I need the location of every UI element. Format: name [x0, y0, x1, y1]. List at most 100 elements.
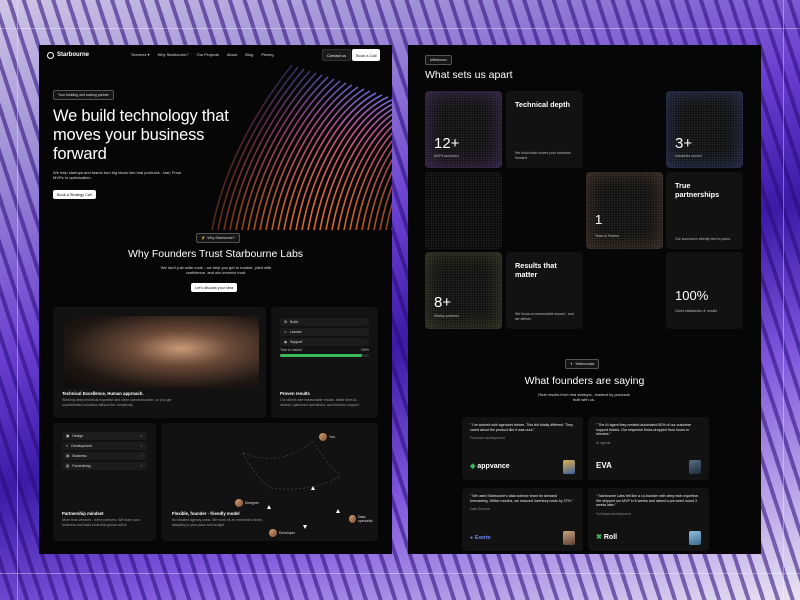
testimonial-quote: " I've worked with agencies before. This… [470, 423, 574, 432]
background-line [17, 0, 18, 600]
flexible-title: Flexible, founder - friendly model [172, 511, 240, 516]
nav-links: Services ▾ Why Starbourne? Our Projects … [131, 52, 274, 57]
gear-icon: ⚙ [284, 320, 288, 324]
briefcase-icon: ▤ [66, 454, 70, 458]
progress-fill [280, 354, 362, 357]
contact-button[interactable]: Contact us [322, 49, 352, 61]
empty-cell [425, 172, 502, 249]
testimonial-role: Full stack development [470, 436, 505, 441]
support-icon: ◉ [284, 340, 288, 344]
testimonial-role: Full stack development [596, 511, 631, 516]
nav-link-services[interactable]: Services ▾ [131, 52, 149, 57]
partner-row-label: Design [72, 434, 84, 438]
why-badge-label: Why Starbourne? [207, 236, 235, 240]
brand-name: Starbourne [57, 52, 90, 58]
hands-image [64, 316, 259, 388]
arrow-icon [311, 486, 315, 490]
proven-item-support: ◉ Support [280, 338, 369, 346]
progress-track [280, 354, 369, 357]
hero-badge: Your building and scaling partner [53, 90, 114, 100]
exerto-icon: ● [470, 535, 474, 541]
testimonial-card: " We used Starbourne's data science team… [462, 488, 583, 551]
apart-title: What sets us apart [425, 69, 513, 81]
testimonials-badge-label: Testimonials [574, 362, 595, 366]
partner-row-label: Fundraising [72, 464, 91, 468]
partnership-card: ▣ Design ✓ ‹› Development ✓ ▤ Business ✓ ▥ Fund… [53, 423, 156, 541]
nav-link-about[interactable]: About [227, 52, 237, 57]
nav-link-why[interactable]: Why Starbourne? [157, 52, 188, 57]
node-data-specialist: Data specialist [349, 515, 378, 523]
node-developer: Developer [269, 529, 295, 537]
hero-title: We build technology that moves your busi… [53, 107, 229, 163]
partner-row-label: Development [71, 444, 92, 448]
background-line [783, 0, 784, 600]
stat-value: 100% [675, 288, 709, 303]
stat-satisfaction: 100% Client satisfaction & results [666, 252, 743, 329]
tech-card-text: Working deep technical expertise and cle… [62, 398, 172, 407]
logo-icon [47, 51, 54, 59]
feature-results: Results that matter We focus on measurab… [506, 252, 583, 329]
avatar [319, 433, 327, 441]
company-logo: ✖ Roll [596, 533, 617, 542]
homepage-panel: Starbourne Services ▾ Why Starbourne? Ou… [39, 45, 392, 554]
avatar [269, 529, 277, 537]
chat-icon: ✦ [570, 362, 573, 366]
nav-link-projects[interactable]: Our Projects [197, 52, 219, 57]
check-icon: ✓ [140, 444, 143, 448]
feature-title: True partnerships [675, 181, 720, 199]
testimonial-role: AI agents [596, 440, 611, 445]
tech-card-title: Technical Excellence, Human approach. [62, 391, 144, 396]
feature-title: Technical depth [515, 100, 571, 109]
stat-value: 3+ [675, 135, 693, 152]
company-name: appvance [477, 462, 510, 470]
brand-logo[interactable]: Starbourne [47, 51, 90, 59]
proven-item-label: Support [290, 340, 303, 344]
stat-industries: 3+ Industries served [666, 91, 743, 168]
tech-excellence-card: Technical Excellence, Human approach. Wo… [53, 307, 266, 418]
progress-value: +30% [360, 348, 369, 352]
avatar [689, 460, 701, 474]
progress-header: Time to market +30% [280, 348, 369, 352]
check-icon: ✓ [140, 434, 143, 438]
nav-link-blog[interactable]: Blog [245, 52, 253, 57]
node-designer: Designer [235, 499, 259, 507]
partner-row-fundraising: ▥ Fundraising ✓ [62, 462, 147, 470]
discuss-idea-button[interactable]: Let's discuss your idea [191, 283, 238, 292]
stat-label: Startup partners [434, 314, 460, 318]
why-badge: ⚡ Why Starbourne? [196, 233, 240, 243]
testimonial-card: " The AI agent they created automated 80… [588, 417, 709, 480]
stat-label: MVPs launched [434, 154, 459, 158]
feature-desc: We focus on measurable impact - and we d… [515, 312, 574, 321]
proven-card-title: Proven results [280, 391, 310, 396]
stat-value: 1 [595, 212, 603, 227]
proven-item-label: Launch [289, 330, 302, 334]
company-logo: EVA [596, 461, 612, 470]
proven-results-card: ⚙ Build ➶ Launch ◉ Support Time to market +… [271, 307, 378, 418]
testimonials-title: What founders are saying [524, 375, 645, 387]
stat-label: Client satisfaction & results [675, 309, 718, 313]
avatar [235, 499, 243, 507]
nav-link-pricing[interactable]: Pricing [261, 52, 273, 57]
stat-startups: 8+ Startup partners [425, 252, 502, 329]
about-panel: Milestones What sets us apart 12+ MVPs l… [408, 45, 761, 554]
book-call-button[interactable]: Book a Call [352, 49, 381, 61]
stat-value: 8+ [434, 294, 452, 311]
chart-icon: ▥ [66, 464, 70, 468]
proven-item-label: Build [290, 320, 298, 324]
partnership-title: Partnership mindset [62, 511, 104, 516]
roll-icon: ✖ [596, 534, 602, 541]
avatar [563, 460, 575, 474]
testimonial-role: Data Science [470, 507, 491, 512]
partner-row-label: Business [72, 454, 87, 458]
design-icon: ▣ [66, 434, 70, 438]
feature-title: Results that matter [515, 261, 557, 279]
proven-item-build: ⚙ Build [280, 318, 369, 326]
strategy-call-button[interactable]: Book a Strategy Call [53, 190, 96, 199]
testimonial-card: " Starbourne Labs felt like a co-founder… [588, 488, 709, 551]
stat-mvps: 12+ MVPs launched [425, 91, 502, 168]
background-line [0, 573, 800, 574]
node-label: Designer [245, 501, 260, 505]
proven-item-launch: ➶ Launch [280, 328, 369, 336]
rocket-icon: ➶ [284, 330, 287, 334]
arrow-icon [336, 509, 340, 513]
